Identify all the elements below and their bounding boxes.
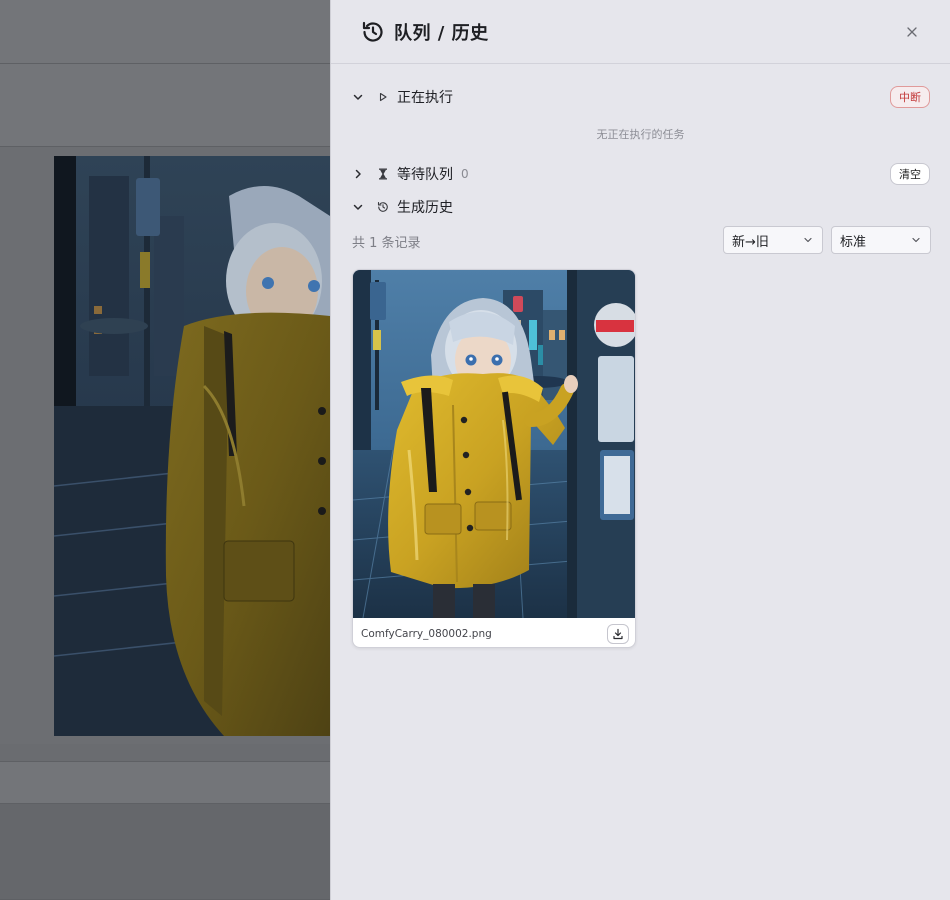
chevron-down-icon[interactable] [351, 200, 365, 214]
running-empty-text: 无正在执行的任务 [596, 128, 685, 141]
drawer-header: 队列 / 历史 [331, 0, 950, 64]
queue-history-drawer: 队列 / 历史 正在执行 中断 无正在执行的任务 等待队列 0 清空 生成历史 … [330, 0, 950, 900]
bg-toolbar [0, 0, 330, 64]
history-icon [361, 20, 385, 44]
interrupt-button[interactable]: 中断 [890, 86, 930, 108]
queue-label: 等待队列 [397, 167, 453, 183]
chevron-down-icon [910, 234, 922, 246]
history-icon [377, 201, 389, 213]
queue-count: 0 [461, 167, 469, 181]
hourglass-icon [377, 168, 389, 180]
play-icon [377, 91, 389, 103]
preview-image [54, 156, 330, 736]
history-thumbnail[interactable] [353, 270, 635, 618]
close-icon [906, 26, 918, 38]
clear-queue-button[interactable]: 清空 [890, 163, 930, 185]
thumbnail-size-select[interactable]: 标准 [831, 226, 931, 254]
history-filename: ComfyCarry_080002.png [361, 627, 492, 640]
history-card[interactable]: ComfyCarry_080002.png [352, 269, 636, 648]
chevron-down-icon [802, 234, 814, 246]
chevron-down-icon[interactable] [351, 90, 365, 104]
drawer-title: 队列 / 历史 [394, 22, 489, 44]
record-count: 共 1 条记录 [352, 236, 421, 251]
running-section-header[interactable]: 正在执行 中断 [351, 85, 930, 109]
close-button[interactable] [902, 22, 922, 42]
queue-section-header[interactable]: 等待队列 0 清空 [351, 162, 930, 186]
history-label: 生成历史 [397, 200, 453, 216]
running-label: 正在执行 [397, 90, 453, 106]
chevron-right-icon[interactable] [351, 167, 365, 181]
sort-order-value: 新→旧 [732, 234, 769, 250]
history-section-header[interactable]: 生成历史 [351, 195, 930, 219]
bg-footer-bar [0, 762, 330, 804]
sort-order-select[interactable]: 新→旧 [723, 226, 823, 254]
thumbnail-size-value: 标准 [840, 234, 867, 250]
bg-footer [0, 804, 330, 900]
history-card-footer: ComfyCarry_080002.png [353, 618, 635, 647]
download-button[interactable] [607, 623, 629, 644]
bg-panel-header [0, 64, 330, 147]
bg-divider [0, 744, 330, 762]
download-icon [612, 628, 624, 640]
